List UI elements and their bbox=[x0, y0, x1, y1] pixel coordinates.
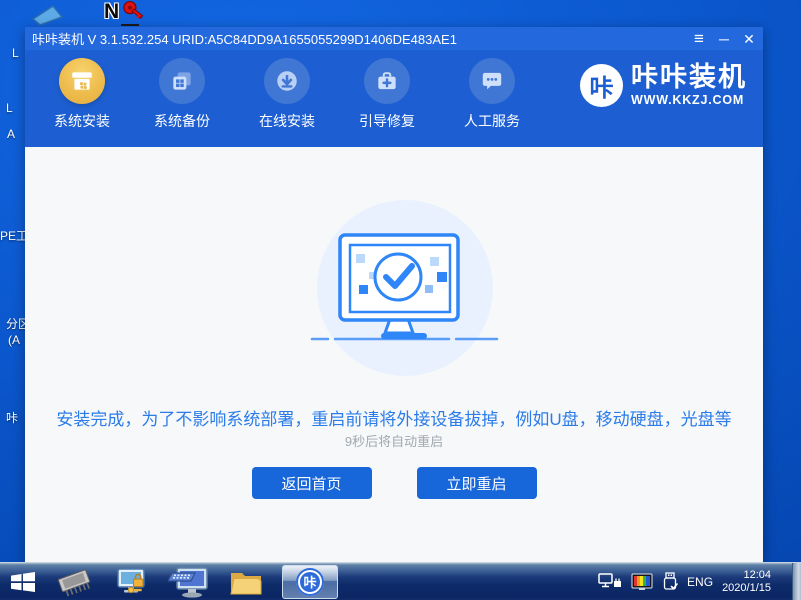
window-controls: ≡ ─ ✕ bbox=[691, 32, 763, 46]
kaka-app-glyph: 咔 bbox=[303, 572, 316, 591]
desktop-icon-label-fragment: PE工 bbox=[0, 229, 25, 243]
clock[interactable]: 12:04 2020/1/15 bbox=[722, 569, 771, 595]
monitor-lock-icon bbox=[114, 567, 150, 597]
language-indicator[interactable]: ENG bbox=[687, 575, 713, 589]
kaka-app-icon: 咔 bbox=[296, 568, 324, 596]
nav-item-label: 系统备份 bbox=[137, 111, 227, 131]
screen-lock-taskbar-icon[interactable] bbox=[114, 567, 150, 597]
memory-chip-icon bbox=[54, 567, 96, 597]
nav-bar: 系统安装 系统备份 bbox=[25, 50, 763, 147]
button-row: 返回首页 立即重启 bbox=[25, 467, 763, 499]
screen: N L L A PE工 分区 (A 咔 咔咔装机 V 3.1.532.254 U… bbox=[0, 0, 801, 600]
tray-time: 12:04 bbox=[722, 569, 771, 582]
taskbar-left: 咔 bbox=[0, 563, 338, 600]
nav-item-system-install[interactable]: 系统安装 bbox=[37, 50, 127, 131]
menu-icon[interactable]: ≡ bbox=[691, 32, 707, 46]
chat-bubble-icon bbox=[479, 68, 505, 94]
network-tray-icon[interactable] bbox=[598, 572, 622, 591]
brand-url: WWW.KKZJ.COM bbox=[631, 93, 747, 107]
nav-item-boot-repair[interactable]: 引导修复 bbox=[342, 50, 432, 131]
minimize-icon[interactable]: ─ bbox=[716, 32, 732, 46]
nav-item-human-service[interactable]: 人工服务 bbox=[447, 50, 537, 131]
nav-item-label: 在线安装 bbox=[242, 111, 332, 131]
restart-now-button[interactable]: 立即重启 bbox=[417, 467, 537, 499]
tray-date: 2020/1/15 bbox=[722, 582, 771, 595]
taskbar: 咔 bbox=[0, 562, 801, 600]
display-icon bbox=[26, 3, 66, 27]
brand-name: 咔咔装机 bbox=[631, 62, 747, 92]
kaka-taskbar-button[interactable]: 咔 bbox=[282, 565, 338, 599]
app-window: 咔咔装机 V 3.1.532.254 URID:A5C84DD9A1655055… bbox=[25, 27, 763, 562]
chip-taskbar-icon[interactable] bbox=[54, 567, 96, 597]
install-complete-illustration bbox=[275, 173, 535, 403]
nav-item-label: 引导修复 bbox=[342, 111, 432, 131]
window-title: 咔咔装机 V 3.1.532.254 URID:A5C84DD9A1655055… bbox=[25, 29, 457, 48]
nav-item-system-backup[interactable]: 系统备份 bbox=[137, 50, 227, 131]
repair-kit-icon bbox=[374, 68, 400, 94]
restart-countdown: 9秒后将自动重启 bbox=[25, 431, 763, 450]
system-tray: ENG 12:04 2020/1/15 bbox=[598, 563, 801, 600]
nav-item-online-install[interactable]: 在线安装 bbox=[242, 50, 332, 131]
close-icon[interactable]: ✕ bbox=[741, 32, 757, 46]
nav-item-label: 人工服务 bbox=[447, 111, 537, 131]
display-color-tray-icon[interactable] bbox=[631, 573, 653, 591]
install-box-icon bbox=[69, 68, 95, 94]
start-button[interactable] bbox=[10, 571, 36, 593]
main-content: 安装完成，为了不影响系统部署，重启前请将外接设备拔掉，例如U盘，移动硬盘，光盘等… bbox=[25, 147, 763, 562]
nav-item-label: 系统安装 bbox=[37, 111, 127, 131]
backup-copies-icon bbox=[169, 68, 195, 94]
download-icon bbox=[274, 68, 300, 94]
completion-message: 安装完成，为了不影响系统部署，重启前请将外接设备拔掉，例如U盘，移动硬盘，光盘等 bbox=[25, 405, 763, 430]
titlebar: 咔咔装机 V 3.1.532.254 URID:A5C84DD9A1655055… bbox=[25, 27, 763, 50]
show-desktop-button[interactable] bbox=[792, 563, 801, 600]
back-home-button[interactable]: 返回首页 bbox=[252, 467, 372, 499]
red-key-icon bbox=[115, 0, 145, 28]
usb-tray-icon[interactable] bbox=[662, 572, 678, 592]
remote-desktop-taskbar-icon[interactable] bbox=[168, 566, 210, 598]
folder-icon bbox=[228, 567, 264, 597]
ntpwedit-desktop-icon[interactable]: N bbox=[104, 0, 145, 28]
windows-flag-icon bbox=[10, 571, 36, 593]
brand-logo: 咔 咔咔装机 WWW.KKZJ.COM bbox=[580, 62, 747, 107]
folder-taskbar-icon[interactable] bbox=[228, 567, 264, 597]
brand-badge-icon: 咔 bbox=[580, 64, 623, 107]
monitor-keyboard-icon bbox=[168, 566, 210, 598]
